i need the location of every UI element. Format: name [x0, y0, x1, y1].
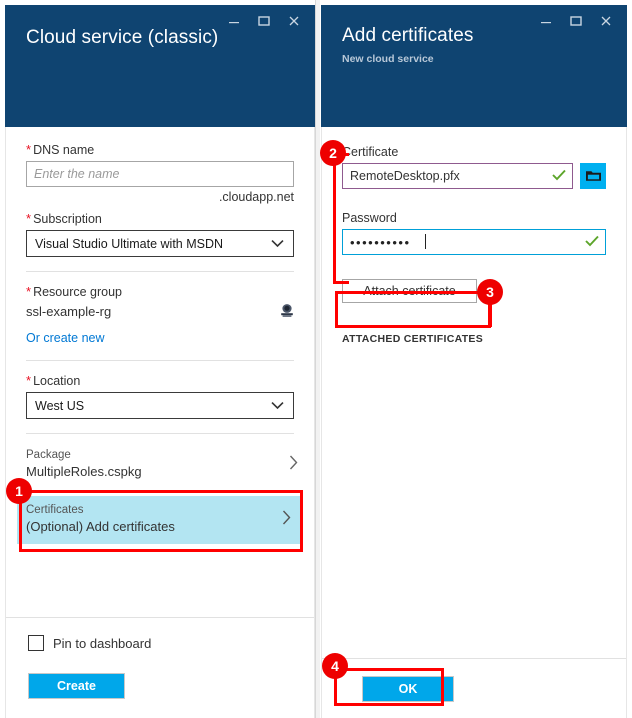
dns-name-input[interactable] [26, 161, 294, 187]
screen-root: Cloud service (classic) *DNS name .cloud… [0, 0, 632, 718]
minimize-icon[interactable] [219, 9, 249, 33]
cloud-service-blade: Cloud service (classic) *DNS name .cloud… [0, 0, 316, 718]
maximize-icon[interactable] [249, 9, 279, 33]
resource-group-field: * Resource group ssl-example-rg [6, 272, 314, 319]
right-blade-title: Add certificates [342, 25, 474, 46]
footer-divider [6, 617, 314, 618]
password-input-wrapper [342, 229, 606, 255]
resource-group-label: * Resource group [26, 284, 123, 299]
valid-check-icon [585, 235, 599, 249]
create-button[interactable]: Create [28, 673, 125, 699]
subscription-label: * Subscription [26, 211, 102, 226]
location-field: * Location West US [6, 361, 314, 419]
password-input[interactable] [342, 229, 606, 255]
right-blade-subtitle: New cloud service [342, 53, 434, 65]
chevron-down-icon [271, 237, 284, 251]
dns-name-label: * DNS name [26, 142, 95, 157]
chevron-down-icon [271, 399, 284, 413]
create-new-resource-group-link[interactable]: Or create new [26, 331, 105, 345]
divider [26, 433, 294, 434]
browse-certificate-button[interactable] [580, 163, 606, 189]
package-row[interactable]: Package MultipleRoles.cspkg [6, 441, 314, 489]
dns-name-field: *DNS name .cloudapp.net [6, 127, 314, 204]
create-new-rg-field: Or create new [6, 319, 314, 347]
footer-divider [322, 658, 626, 659]
pin-to-dashboard-label: Pin to dashboard [53, 635, 152, 651]
package-value: MultipleRoles.cspkg [26, 464, 142, 479]
subscription-field: * Subscription Visual Studio Ultimate wit… [6, 204, 314, 257]
subscription-dropdown[interactable]: Visual Studio Ultimate with MSDN [26, 230, 294, 257]
certificate-input-wrapper [342, 163, 573, 189]
required-indicator: * [26, 284, 32, 299]
password-label: Password [342, 211, 397, 225]
right-window-controls [531, 9, 621, 33]
attached-certificates-header: ATTACHED CERTIFICATES [342, 333, 484, 345]
resource-group-icon [278, 302, 296, 320]
certificates-row[interactable]: Certificates (Optional) Add certificates [17, 496, 303, 544]
location-dropdown[interactable]: West US [26, 392, 294, 419]
maximize-icon[interactable] [561, 9, 591, 33]
certificate-field: Certificate [322, 127, 626, 189]
left-blade-title: Cloud service (classic) [26, 27, 219, 48]
chevron-right-icon [282, 510, 291, 530]
right-blade-header: Add certificates New cloud service [321, 5, 627, 127]
cloud-service-form: *DNS name .cloudapp.net *Subscription Vi… [5, 127, 315, 718]
ok-button[interactable]: OK [362, 676, 454, 702]
required-indicator: * [26, 211, 32, 226]
location-value: West US [35, 398, 85, 413]
attach-certificate-button[interactable]: Attach certificate [342, 279, 477, 303]
resource-group-value[interactable]: ssl-example-rg [26, 303, 294, 319]
folder-icon [585, 168, 602, 185]
close-icon[interactable] [279, 9, 309, 33]
text-caret [425, 234, 426, 249]
location-label: * Location [26, 373, 81, 388]
chevron-right-icon [289, 455, 298, 475]
certificates-label: Certificates [26, 504, 84, 516]
package-label: Package [26, 449, 71, 461]
certificate-label: Certificate [342, 145, 399, 159]
add-certificates-form: Certificate RemoteDesktop.pfx Password •… [321, 127, 627, 718]
attach-certificate-field: Attach certificate [322, 255, 626, 303]
pin-to-dashboard-row[interactable]: Pin to dashboard [6, 635, 173, 651]
left-window-controls [219, 9, 309, 33]
add-certificates-blade: Add certificates New cloud service Certi… [320, 0, 632, 718]
certificates-value: (Optional) Add certificates [26, 519, 175, 534]
required-indicator: * [26, 373, 32, 388]
required-indicator: * [26, 142, 32, 157]
pin-to-dashboard-checkbox[interactable] [28, 635, 44, 651]
subscription-value: Visual Studio Ultimate with MSDN [35, 236, 224, 251]
certificate-input[interactable] [342, 163, 573, 189]
dns-name-suffix: .cloudapp.net [218, 190, 294, 204]
minimize-icon[interactable] [531, 9, 561, 33]
certificate-input-row [342, 163, 606, 189]
left-blade-header: Cloud service (classic) [5, 5, 315, 127]
close-icon[interactable] [591, 9, 621, 33]
valid-check-icon [552, 169, 566, 183]
password-field: Password [322, 189, 626, 255]
